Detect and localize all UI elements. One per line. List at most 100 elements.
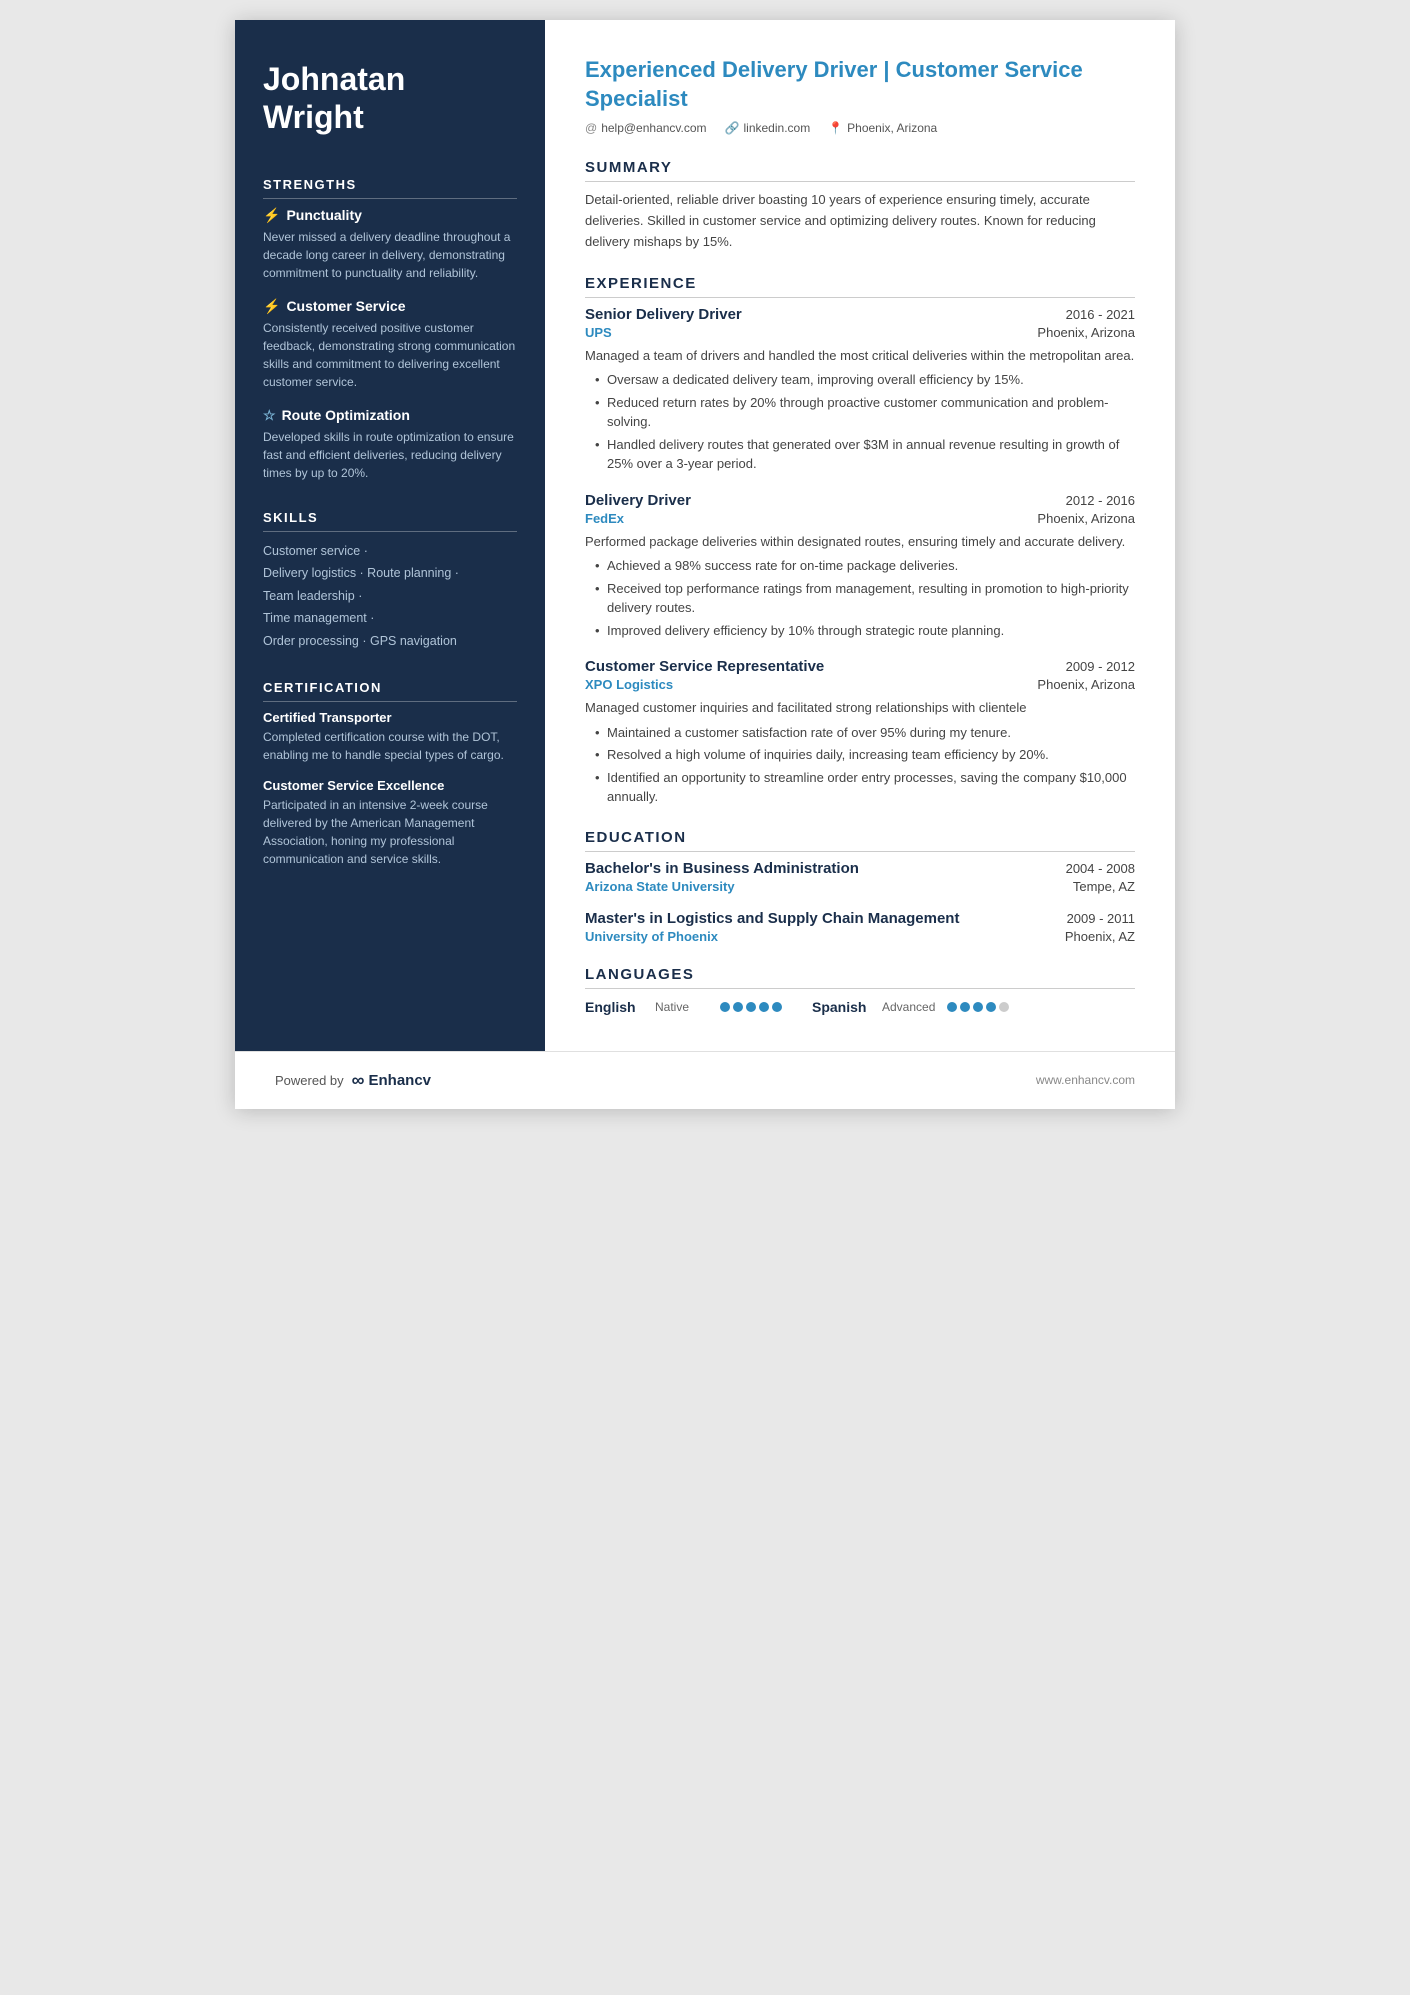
contact-linkedin: 🔗 linkedin.com <box>725 121 811 135</box>
exp-bullets-ups: Oversaw a dedicated delivery team, impro… <box>585 370 1135 474</box>
exp-dates-fedex: 2012 - 2016 <box>1066 493 1135 508</box>
edu-school-asu: Arizona State University <box>585 879 735 894</box>
exp-role-fedex: Delivery Driver <box>585 492 691 509</box>
strengths-section-title: STRENGTHS <box>263 177 517 199</box>
skills-list: Customer service · Delivery logistics · … <box>263 540 517 653</box>
exp-bullets-fedex: Achieved a 98% success rate for on-time … <box>585 556 1135 640</box>
edu-item-master: Master's in Logistics and Supply Chain M… <box>585 910 1135 944</box>
bullet-ups-0: Oversaw a dedicated delivery team, impro… <box>595 370 1135 390</box>
edu-school-phoenix: University of Phoenix <box>585 929 718 944</box>
email-text: help@enhancv.com <box>601 121 706 135</box>
exp-company-fedex: FedEx <box>585 511 624 526</box>
skill-2: Team leadership · <box>263 585 517 608</box>
bullet-fedex-2: Improved delivery efficiency by 10% thro… <box>595 621 1135 641</box>
candidate-name: Johnatan Wright <box>263 60 517 137</box>
contact-location: 📍 Phoenix, Arizona <box>828 121 937 135</box>
exp-item-ups: Senior Delivery Driver 2016 - 2021 UPS P… <box>585 306 1135 474</box>
strengths-list: ⚡ Punctuality Never missed a delivery de… <box>263 207 517 482</box>
dot-es-4 <box>986 1002 996 1012</box>
exp-location-ups: Phoenix, Arizona <box>1037 325 1135 340</box>
exp-company-xpo: XPO Logistics <box>585 677 673 692</box>
bullet-xpo-0: Maintained a customer satisfaction rate … <box>595 723 1135 743</box>
edu-item-bachelor: Bachelor's in Business Administration 20… <box>585 860 1135 894</box>
edu-dates-master: 2009 - 2011 <box>1067 911 1135 926</box>
skill-0: Customer service · <box>263 540 517 563</box>
exp-location-xpo: Phoenix, Arizona <box>1037 677 1135 692</box>
cert-section-title: CERTIFICATION <box>263 680 517 702</box>
skill-3: Time management · <box>263 607 517 630</box>
lang-spanish: Spanish Advanced <box>812 999 1009 1015</box>
lang-level-english: Native <box>655 1000 710 1014</box>
skill-1: Delivery logistics · Route planning · <box>263 562 517 585</box>
lang-dots-spanish <box>947 1002 1009 1012</box>
edu-location-asu: Tempe, AZ <box>1073 879 1135 894</box>
exp-desc-fedex: Performed package deliveries within desi… <box>585 532 1135 552</box>
lang-english: English Native <box>585 999 782 1015</box>
sidebar: Johnatan Wright STRENGTHS ⚡ Punctuality … <box>235 20 545 1051</box>
main-content: Experienced Delivery Driver | Customer S… <box>545 20 1175 1051</box>
lang-name-english: English <box>585 999 645 1015</box>
bullet-xpo-2: Identified an opportunity to streamline … <box>595 768 1135 807</box>
cert-desc-transporter: Completed certification course with the … <box>263 728 517 764</box>
dot-es-2 <box>960 1002 970 1012</box>
strength-title-customer-service: Customer Service <box>286 298 405 314</box>
email-icon: @ <box>585 121 597 135</box>
dot-es-1 <box>947 1002 957 1012</box>
powered-by-label: Powered by <box>275 1073 344 1088</box>
bullet-ups-2: Handled delivery routes that generated o… <box>595 435 1135 474</box>
linkedin-icon: 🔗 <box>725 121 740 135</box>
strength-desc-route: Developed skills in route optimization t… <box>263 428 517 482</box>
lang-dots-english <box>720 1002 782 1012</box>
exp-company-ups: UPS <box>585 325 612 340</box>
resume-body: Johnatan Wright STRENGTHS ⚡ Punctuality … <box>235 20 1175 1051</box>
languages-row: English Native Spanish Advanced <box>585 999 1135 1015</box>
cert-title-excellence: Customer Service Excellence <box>263 778 517 793</box>
exp-location-fedex: Phoenix, Arizona <box>1037 511 1135 526</box>
bullet-fedex-1: Received top performance ratings from ma… <box>595 579 1135 618</box>
route-icon: ☆ <box>263 407 276 424</box>
dot-en-1 <box>720 1002 730 1012</box>
exp-desc-xpo: Managed customer inquiries and facilitat… <box>585 698 1135 718</box>
dot-en-4 <box>759 1002 769 1012</box>
edu-degree-bachelor: Bachelor's in Business Administration <box>585 860 859 877</box>
punctuality-icon: ⚡ <box>263 207 280 224</box>
dot-en-2 <box>733 1002 743 1012</box>
exp-role-ups: Senior Delivery Driver <box>585 306 742 323</box>
skills-section-title: SKILLS <box>263 510 517 532</box>
bullet-fedex-0: Achieved a 98% success rate for on-time … <box>595 556 1135 576</box>
strength-title-punctuality: Punctuality <box>286 207 361 223</box>
dot-es-3 <box>973 1002 983 1012</box>
dot-en-3 <box>746 1002 756 1012</box>
exp-item-xpo: Customer Service Representative 2009 - 2… <box>585 658 1135 807</box>
summary-section-title: SUMMARY <box>585 159 1135 182</box>
cert-item-transporter: Certified Transporter Completed certific… <box>263 710 517 764</box>
cert-desc-excellence: Participated in an intensive 2-week cour… <box>263 796 517 868</box>
strength-item-route: ☆ Route Optimization Developed skills in… <box>263 407 517 482</box>
exp-item-fedex: Delivery Driver 2012 - 2016 FedEx Phoeni… <box>585 492 1135 641</box>
enhancv-logo: ∞ Enhancv <box>352 1070 431 1091</box>
contact-bar: @ help@enhancv.com 🔗 linkedin.com 📍 Phoe… <box>585 121 1135 135</box>
dot-es-5 <box>999 1002 1009 1012</box>
job-title: Experienced Delivery Driver | Customer S… <box>585 56 1135 113</box>
footer-website: www.enhancv.com <box>1036 1073 1135 1087</box>
edu-dates-bachelor: 2004 - 2008 <box>1066 861 1135 876</box>
exp-dates-xpo: 2009 - 2012 <box>1066 659 1135 674</box>
exp-dates-ups: 2016 - 2021 <box>1066 307 1135 322</box>
exp-bullets-xpo: Maintained a customer satisfaction rate … <box>585 723 1135 807</box>
resume-wrapper: Johnatan Wright STRENGTHS ⚡ Punctuality … <box>235 20 1175 1109</box>
cert-title-transporter: Certified Transporter <box>263 710 517 725</box>
strength-item-punctuality: ⚡ Punctuality Never missed a delivery de… <box>263 207 517 282</box>
dot-en-5 <box>772 1002 782 1012</box>
exp-role-xpo: Customer Service Representative <box>585 658 824 675</box>
lang-level-spanish: Advanced <box>882 1000 937 1014</box>
exp-desc-ups: Managed a team of drivers and handled th… <box>585 346 1135 366</box>
languages-section-title: LANGUAGES <box>585 966 1135 989</box>
edu-degree-master: Master's in Logistics and Supply Chain M… <box>585 910 959 927</box>
edu-location-phoenix: Phoenix, AZ <box>1065 929 1135 944</box>
customer-service-icon: ⚡ <box>263 298 280 315</box>
location-text: Phoenix, Arizona <box>847 121 937 135</box>
lang-name-spanish: Spanish <box>812 999 872 1015</box>
education-section-title: EDUCATION <box>585 829 1135 852</box>
certs-list: Certified Transporter Completed certific… <box>263 710 517 868</box>
cert-item-excellence: Customer Service Excellence Participated… <box>263 778 517 868</box>
